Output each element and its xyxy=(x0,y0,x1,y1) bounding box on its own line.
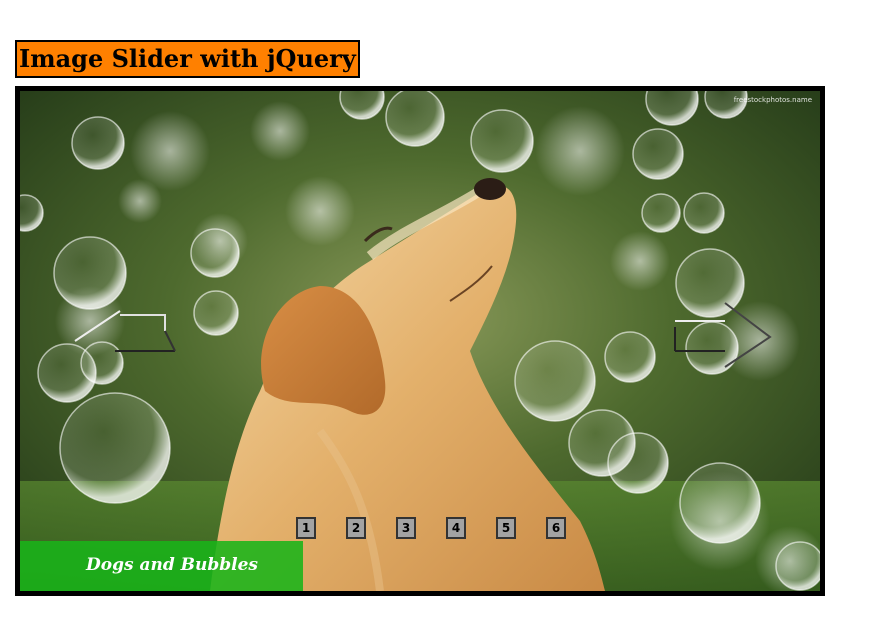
prev-slide-button[interactable] xyxy=(65,291,185,381)
slide-caption: Dogs and Bubbles xyxy=(20,541,303,591)
arrow-left-icon xyxy=(74,310,176,352)
next-slide-button[interactable] xyxy=(660,287,780,377)
photo-watermark: freestockphotos.name xyxy=(733,96,812,104)
pager-button-3[interactable]: 3 xyxy=(396,517,416,539)
slide-caption-text: Dogs and Bubbles xyxy=(86,555,258,575)
pager-button-4[interactable]: 4 xyxy=(446,517,466,539)
arrow-right-icon xyxy=(674,302,772,368)
pager-button-2[interactable]: 2 xyxy=(346,517,366,539)
pager-button-1[interactable]: 1 xyxy=(296,517,316,539)
page-title: Image Slider with jQuery xyxy=(15,40,360,79)
image-slider: freestockphotos.name 1 2 3 4 5 6 Dogs an… xyxy=(15,86,825,596)
pager-button-6[interactable]: 6 xyxy=(546,517,566,539)
pager-button-5[interactable]: 5 xyxy=(496,517,516,539)
